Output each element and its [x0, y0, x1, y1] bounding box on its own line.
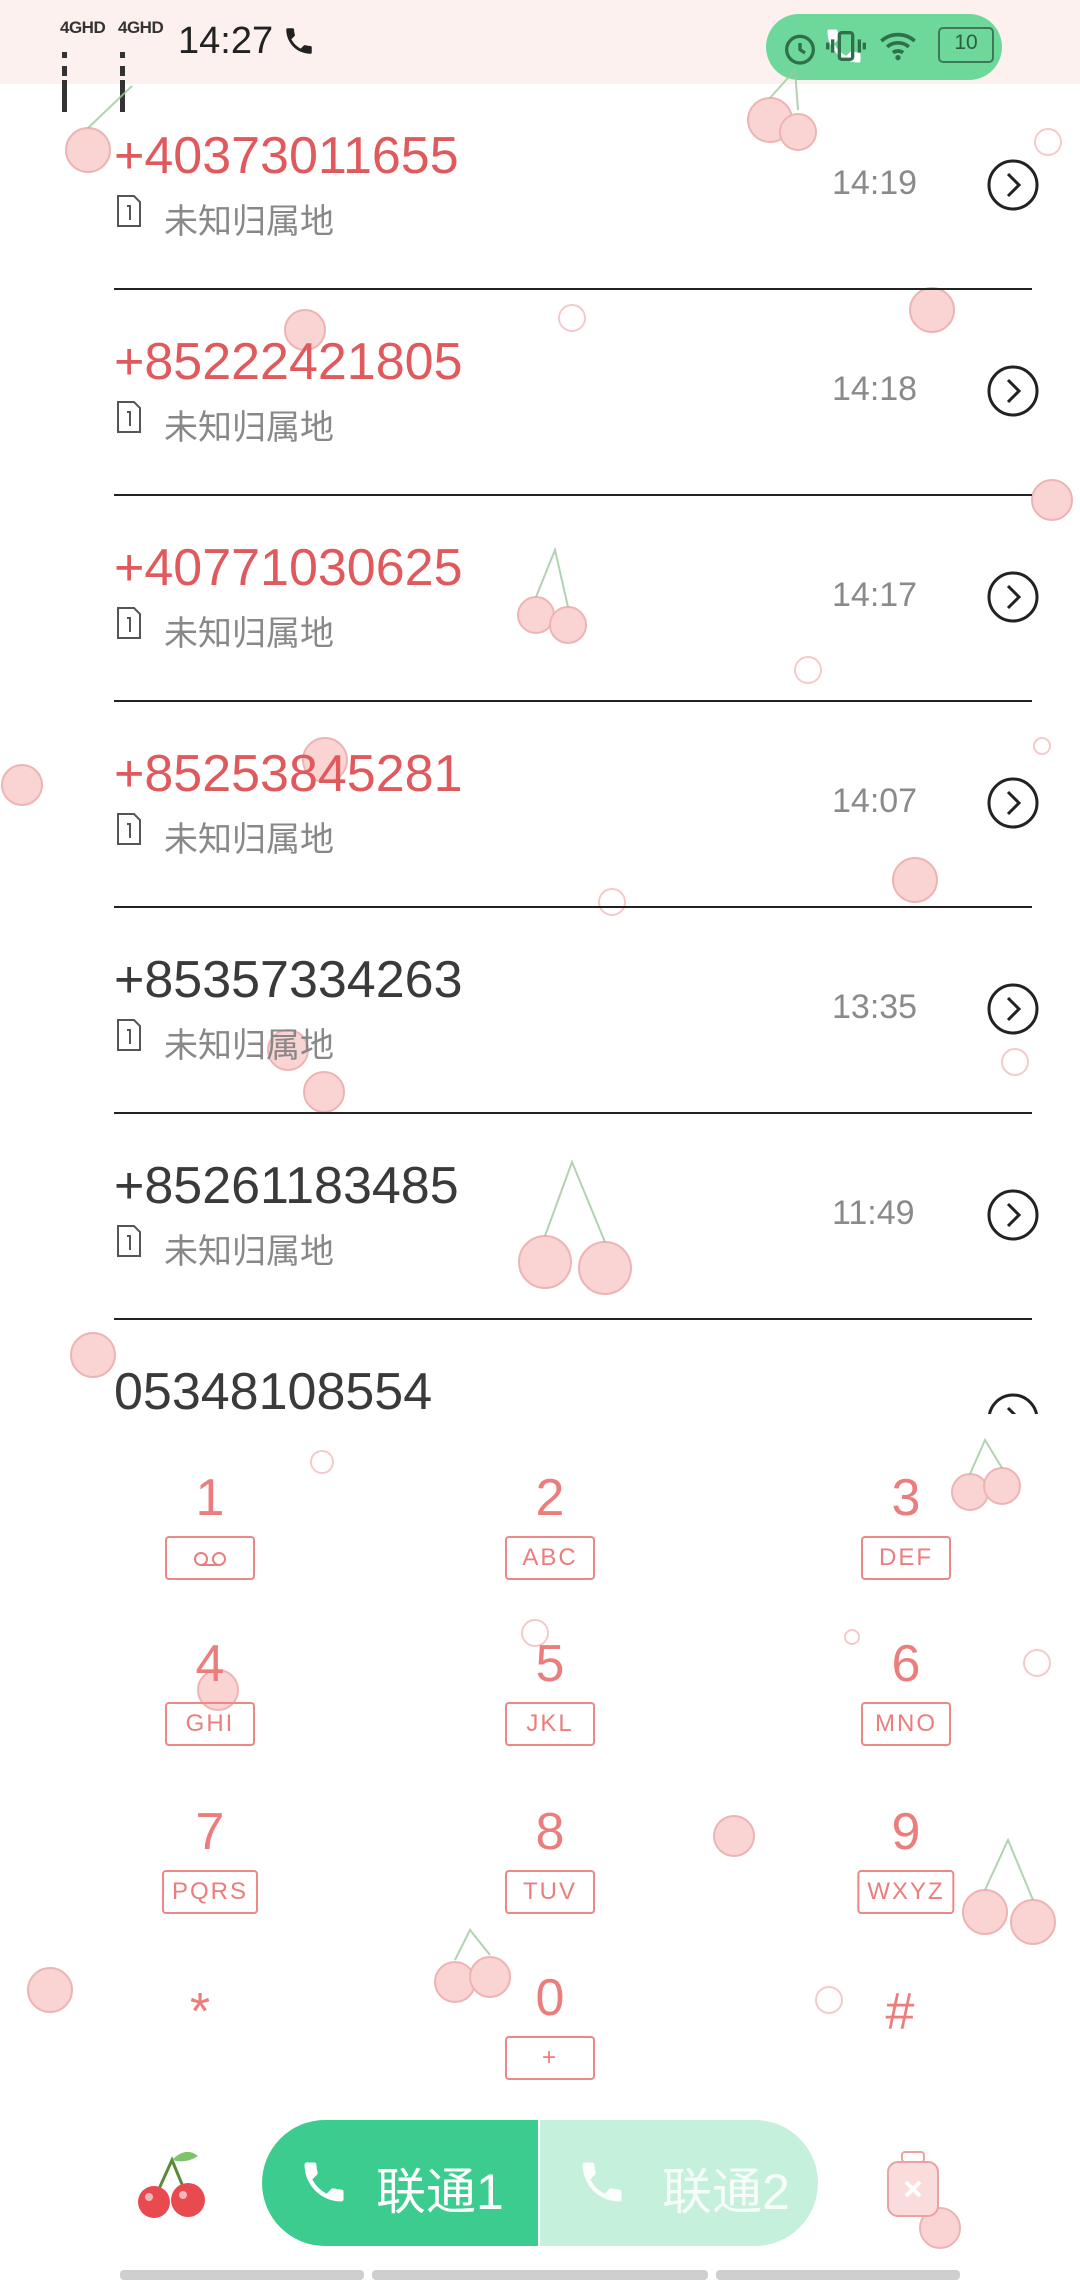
dial-key-0[interactable]: 0 +	[440, 1968, 660, 2108]
call-number: +85357334263	[114, 951, 463, 1009]
phone-icon	[304, 2162, 344, 2202]
system-indicators: 10	[766, 14, 1002, 80]
call-detail-icon[interactable]	[986, 158, 1040, 212]
call-time: 14:17	[832, 576, 918, 614]
key-letters: MNO	[861, 1702, 951, 1746]
key-digit: 4	[195, 1635, 225, 1693]
call-log-row[interactable]: +85357334263 未知归属地 13:35	[0, 908, 1080, 1114]
dial-key-3[interactable]: 3 DEF	[796, 1468, 1016, 1608]
call-detail-icon[interactable]	[986, 570, 1040, 624]
key-letters: PQRS	[161, 1870, 259, 1914]
key-digit: 1	[195, 1469, 225, 1527]
key-digit: 8	[535, 1803, 565, 1861]
key-digit: 7	[195, 1803, 225, 1861]
sim1-icon	[117, 1019, 141, 1051]
voicemail-icon	[165, 1536, 255, 1580]
delete-icon[interactable]	[884, 2148, 942, 2220]
cherry-menu-icon[interactable]	[128, 2142, 212, 2226]
dial-key-hash[interactable]: #	[790, 1982, 1010, 2122]
dial-key-2[interactable]: 2 ABC	[440, 1468, 660, 1608]
call-detail-icon[interactable]	[986, 364, 1040, 418]
key-digit: 5	[535, 1635, 565, 1693]
key-digit: *	[189, 1983, 211, 2041]
call-log-row[interactable]: +85253845281 未知归属地 14:07	[0, 702, 1080, 908]
dial-key-5[interactable]: 5 JKL	[440, 1634, 660, 1774]
key-digit: 3	[891, 1469, 921, 1527]
call-detail-icon[interactable]	[986, 982, 1040, 1036]
key-letters: JKL	[505, 1702, 595, 1746]
call-sim2-label: 联通2	[662, 2164, 790, 2220]
battery-icon: 10	[938, 27, 994, 63]
call-time: 13:35	[832, 988, 918, 1026]
dial-key-4[interactable]: 4 GHI	[100, 1634, 320, 1774]
wifi-icon	[880, 32, 916, 61]
nav-bar-segment	[120, 2270, 364, 2280]
location-text: 未知归属地	[164, 203, 334, 241]
call-number: 05348108554	[114, 1363, 433, 1414]
battery-level: 10	[954, 31, 978, 54]
network-label-sim2: 4GHD	[118, 18, 164, 37]
call-number: +85253845281	[114, 745, 463, 803]
key-digit: 6	[891, 1635, 921, 1693]
sim1-icon	[117, 401, 141, 433]
location-text: 未知归属地	[164, 409, 334, 447]
call-log-row[interactable]: +85222421805 未知归属地 14:18	[0, 290, 1080, 496]
call-number: +85261183485	[114, 1157, 459, 1215]
dial-key-9[interactable]: 9 WXYZ	[796, 1802, 1016, 1942]
call-sim2-button[interactable]: 联通2	[540, 2120, 818, 2246]
location-text: 未知归属地	[164, 1233, 334, 1271]
key-letters: TUV	[505, 1870, 595, 1914]
status-bar: 4GHD 4GHD 14:27 10	[0, 0, 1080, 112]
call-detail-icon[interactable]	[986, 1392, 1040, 1414]
call-log-row[interactable]: +85261183485 未知归属地 11:49	[0, 1114, 1080, 1320]
call-time: 11:49	[832, 1194, 915, 1232]
key-letters: ABC	[505, 1536, 595, 1580]
call-time: 14:18	[832, 370, 918, 408]
key-letters: GHI	[165, 1702, 255, 1746]
sim1-icon	[117, 1225, 141, 1257]
dial-key-8[interactable]: 8 TUV	[440, 1802, 660, 1942]
sim1-icon	[117, 607, 141, 639]
dial-key-1[interactable]: 1	[100, 1468, 320, 1608]
key-digit: 9	[891, 1803, 921, 1861]
dial-key-star[interactable]: *	[90, 1982, 310, 2122]
call-sim1-label: 联通1	[376, 2164, 504, 2220]
call-detail-icon[interactable]	[986, 1188, 1040, 1242]
location-text: 未知归属地	[164, 1027, 334, 1065]
network-label-sim1: 4GHD	[60, 18, 106, 37]
alarm-icon	[785, 34, 815, 65]
phone-icon	[582, 2162, 622, 2202]
call-time: 14:07	[832, 782, 918, 820]
dial-key-6[interactable]: 6 MNO	[796, 1634, 1016, 1774]
call-number: +40373011655	[114, 127, 459, 185]
dial-key-7[interactable]: 7 PQRS	[100, 1802, 320, 1942]
key-digit: #	[885, 1983, 915, 2041]
call-log-list[interactable]: +40373011655 未知归属地 14:19 +85222421805 未知…	[0, 84, 1080, 1414]
key-letters: DEF	[861, 1536, 951, 1580]
location-text: 未知归属地	[164, 821, 334, 859]
call-detail-icon[interactable]	[986, 776, 1040, 830]
dialpad: 1 2 ABC 3 DEF 4 GHI 5 JKL 6 MNO 7 PQRS 8…	[0, 1414, 1080, 2104]
call-time: 14:19	[832, 164, 918, 202]
location-text: 未知归属地	[164, 615, 334, 653]
call-sim1-button[interactable]: 联通1	[262, 2120, 538, 2246]
vibrate-icon	[826, 31, 866, 61]
key-letters: +	[505, 2036, 595, 2080]
status-clock: 14:27	[178, 20, 274, 62]
call-log-row[interactable]: +40373011655 未知归属地 14:19	[0, 84, 1080, 290]
call-button-group: 联通1 联通2	[262, 2120, 818, 2246]
call-log-row[interactable]: +40771030625 未知归属地 14:17	[0, 496, 1080, 702]
key-digit: 0	[535, 1969, 565, 2027]
call-log-row[interactable]: 05348108554	[0, 1320, 1080, 1414]
nav-bar-segment	[372, 2270, 708, 2280]
call-number: +85222421805	[114, 333, 463, 391]
call-number: +40771030625	[114, 539, 463, 597]
key-digit: 2	[535, 1469, 565, 1527]
sim1-icon	[117, 813, 141, 845]
nav-bar-segment	[716, 2270, 960, 2280]
key-letters: WXYZ	[857, 1870, 955, 1914]
sim1-icon	[117, 195, 141, 227]
in-call-icon	[286, 28, 312, 54]
